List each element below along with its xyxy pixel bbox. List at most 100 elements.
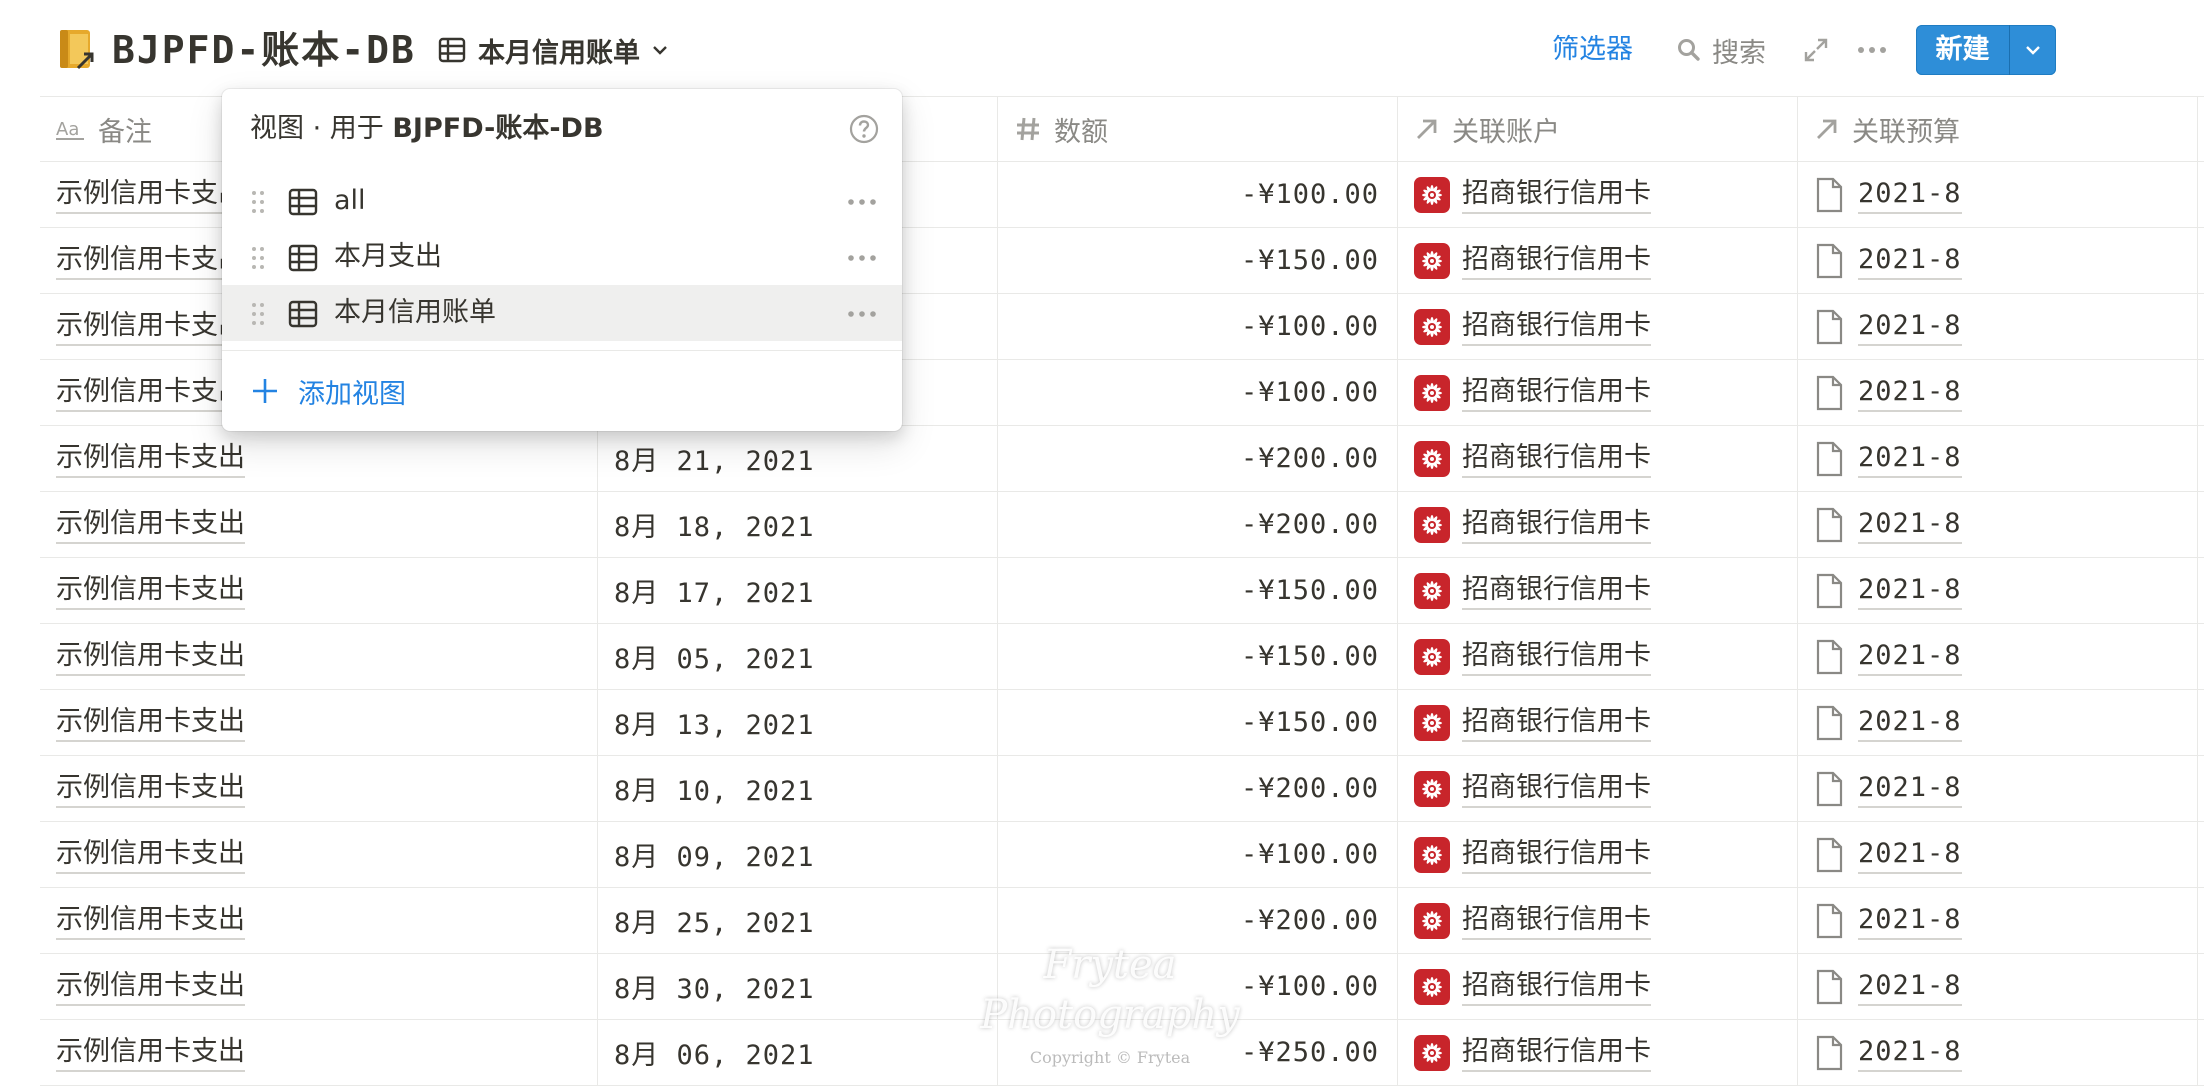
cell-account[interactable]: 招商银行信用卡	[1398, 162, 1798, 227]
cell-budget[interactable]: 2021-8	[1798, 756, 2198, 821]
more-options-icon[interactable]	[846, 253, 878, 263]
cell-account[interactable]: 招商银行信用卡	[1398, 756, 1798, 821]
budget-link[interactable]: 2021-8	[1814, 836, 1962, 874]
table-row[interactable]: 示例信用卡支出 8月 05, 2021 -¥150.00 招商银行信用卡 2021-8	[40, 624, 2204, 690]
cell-account[interactable]: 招商银行信用卡	[1398, 426, 1798, 491]
budget-link[interactable]: 2021-8	[1814, 704, 1962, 742]
cell-budget[interactable]: 2021-8	[1798, 492, 2198, 557]
budget-link[interactable]: 2021-8	[1814, 440, 1962, 478]
cell-amount[interactable]: -¥150.00	[998, 558, 1398, 623]
account-link[interactable]: 招商银行信用卡	[1414, 572, 1651, 610]
cell-note[interactable]: 示例信用卡支出	[40, 888, 598, 953]
cell-date[interactable]: 8月 06, 2021	[598, 1020, 998, 1085]
table-row[interactable]: 示例信用卡支出 8月 21, 2021 -¥200.00 招商银行信用卡 2021-8	[40, 426, 2204, 492]
table-row[interactable]: 示例信用卡支出 8月 30, 2021 -¥100.00 招商银行信用卡 2021-8	[40, 954, 2204, 1020]
cell-account[interactable]: 招商银行信用卡	[1398, 822, 1798, 887]
cell-note[interactable]: 示例信用卡支出	[40, 426, 598, 491]
account-link[interactable]: 招商银行信用卡	[1414, 704, 1651, 742]
cell-account[interactable]: 招商银行信用卡	[1398, 228, 1798, 293]
new-button[interactable]: 新建	[1916, 25, 2010, 75]
account-link[interactable]: 招商银行信用卡	[1414, 902, 1651, 940]
cell-budget[interactable]: 2021-8	[1798, 954, 2198, 1019]
cell-amount[interactable]: -¥200.00	[998, 756, 1398, 821]
cell-amount[interactable]: -¥100.00	[998, 822, 1398, 887]
account-link[interactable]: 招商银行信用卡	[1414, 374, 1651, 412]
cell-note[interactable]: 示例信用卡支出	[40, 756, 598, 821]
budget-link[interactable]: 2021-8	[1814, 374, 1962, 412]
column-header-amount[interactable]: 数额	[998, 97, 1398, 161]
column-header-account[interactable]: 关联账户	[1398, 97, 1798, 161]
cell-budget[interactable]: 2021-8	[1798, 558, 2198, 623]
budget-link[interactable]: 2021-8	[1814, 638, 1962, 676]
budget-link[interactable]: 2021-8	[1814, 902, 1962, 940]
budget-link[interactable]: 2021-8	[1814, 506, 1962, 544]
view-menu-item[interactable]: 本月支出	[222, 229, 902, 285]
cell-note[interactable]: 示例信用卡支出	[40, 492, 598, 557]
cell-account[interactable]: 招商银行信用卡	[1398, 558, 1798, 623]
cell-budget[interactable]: 2021-8	[1798, 360, 2198, 425]
database-title[interactable]: BJPFD-账本-DB	[112, 26, 416, 74]
cell-amount[interactable]: -¥150.00	[998, 624, 1398, 689]
account-link[interactable]: 招商银行信用卡	[1414, 638, 1651, 676]
cell-note[interactable]: 示例信用卡支出	[40, 558, 598, 623]
cell-date[interactable]: 8月 21, 2021	[598, 426, 998, 491]
cell-account[interactable]: 招商银行信用卡	[1398, 624, 1798, 689]
table-row[interactable]: 示例信用卡支出 8月 17, 2021 -¥150.00 招商银行信用卡 2021-8	[40, 558, 2204, 624]
cell-account[interactable]: 招商银行信用卡	[1398, 690, 1798, 755]
cell-date[interactable]: 8月 18, 2021	[598, 492, 998, 557]
view-switcher[interactable]: 本月信用账单	[438, 28, 670, 72]
table-row[interactable]: 示例信用卡支出 8月 06, 2021 -¥250.00 招商银行信用卡 2021-8	[40, 1020, 2204, 1086]
table-row[interactable]: 示例信用卡支出 8月 09, 2021 -¥100.00 招商银行信用卡 2021-8	[40, 822, 2204, 888]
column-header-budget[interactable]: 关联预算	[1798, 97, 2198, 161]
drag-handle-icon[interactable]	[250, 189, 266, 215]
account-link[interactable]: 招商银行信用卡	[1414, 1034, 1651, 1072]
cell-note[interactable]: 示例信用卡支出	[40, 1020, 598, 1085]
cell-amount[interactable]: -¥100.00	[998, 294, 1398, 359]
budget-link[interactable]: 2021-8	[1814, 770, 1962, 808]
add-view-button[interactable]: 添加视图	[250, 369, 406, 413]
cell-note[interactable]: 示例信用卡支出	[40, 822, 598, 887]
drag-handle-icon[interactable]	[250, 245, 266, 271]
table-row[interactable]: 示例信用卡支出 8月 10, 2021 -¥200.00 招商银行信用卡 2021-8	[40, 756, 2204, 822]
help-icon[interactable]	[848, 113, 880, 145]
budget-link[interactable]: 2021-8	[1814, 968, 1962, 1006]
view-menu-item[interactable]: 本月信用账单	[222, 285, 902, 341]
account-link[interactable]: 招商银行信用卡	[1414, 968, 1651, 1006]
cell-account[interactable]: 招商银行信用卡	[1398, 888, 1798, 953]
drag-handle-icon[interactable]	[250, 301, 266, 327]
budget-link[interactable]: 2021-8	[1814, 176, 1962, 214]
budget-link[interactable]: 2021-8	[1814, 1034, 1962, 1072]
cell-note[interactable]: 示例信用卡支出	[40, 624, 598, 689]
cell-date[interactable]: 8月 09, 2021	[598, 822, 998, 887]
cell-date[interactable]: 8月 05, 2021	[598, 624, 998, 689]
account-link[interactable]: 招商银行信用卡	[1414, 176, 1651, 214]
cell-budget[interactable]: 2021-8	[1798, 888, 2198, 953]
cell-amount[interactable]: -¥250.00	[998, 1020, 1398, 1085]
cell-amount[interactable]: -¥150.00	[998, 228, 1398, 293]
cell-amount[interactable]: -¥200.00	[998, 888, 1398, 953]
cell-account[interactable]: 招商银行信用卡	[1398, 294, 1798, 359]
more-options-icon[interactable]	[846, 309, 878, 319]
cell-amount[interactable]: -¥100.00	[998, 954, 1398, 1019]
new-dropdown-button[interactable]	[2010, 25, 2056, 75]
table-row[interactable]: 示例信用卡支出 8月 13, 2021 -¥150.00 招商银行信用卡 2021-8	[40, 690, 2204, 756]
cell-amount[interactable]: -¥200.00	[998, 426, 1398, 491]
table-row[interactable]: 示例信用卡支出 8月 25, 2021 -¥200.00 招商银行信用卡 2021-8	[40, 888, 2204, 954]
budget-link[interactable]: 2021-8	[1814, 572, 1962, 610]
budget-link[interactable]: 2021-8	[1814, 308, 1962, 346]
cell-account[interactable]: 招商银行信用卡	[1398, 1020, 1798, 1085]
cell-amount[interactable]: -¥100.00	[998, 162, 1398, 227]
expand-icon[interactable]	[1802, 36, 1830, 64]
cell-budget[interactable]: 2021-8	[1798, 1020, 2198, 1085]
account-link[interactable]: 招商银行信用卡	[1414, 770, 1651, 808]
account-link[interactable]: 招商银行信用卡	[1414, 308, 1651, 346]
cell-budget[interactable]: 2021-8	[1798, 162, 2198, 227]
cell-amount[interactable]: -¥100.00	[998, 360, 1398, 425]
cell-note[interactable]: 示例信用卡支出	[40, 954, 598, 1019]
cell-budget[interactable]: 2021-8	[1798, 228, 2198, 293]
more-options-icon[interactable]	[1856, 40, 1888, 60]
cell-date[interactable]: 8月 30, 2021	[598, 954, 998, 1019]
cell-budget[interactable]: 2021-8	[1798, 822, 2198, 887]
cell-amount[interactable]: -¥150.00	[998, 690, 1398, 755]
cell-date[interactable]: 8月 10, 2021	[598, 756, 998, 821]
